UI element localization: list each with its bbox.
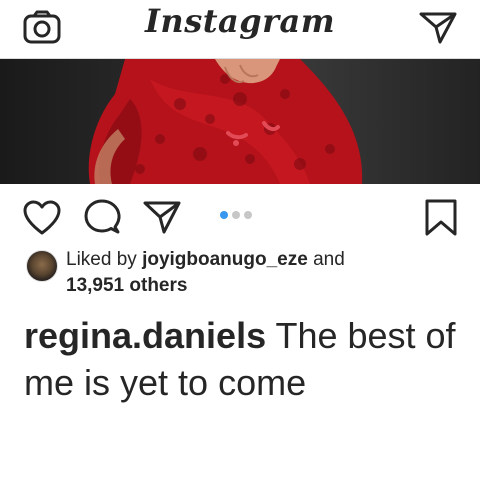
- caption-username[interactable]: regina.daniels: [24, 315, 266, 356]
- liker-username[interactable]: joyigboanugo_eze: [142, 249, 308, 270]
- comment-icon[interactable]: [82, 198, 122, 238]
- direct-message-icon[interactable]: [418, 9, 458, 45]
- top-bar: Instagram: [0, 0, 480, 59]
- liked-by-text: Liked by joyigboanugo_eze and: [66, 249, 345, 271]
- liked-by-prefix: Liked by: [66, 249, 137, 270]
- likes-others[interactable]: 13,951 others: [66, 275, 187, 297]
- liked-by-and: and: [313, 249, 345, 270]
- app-logo: Instagram: [144, 2, 336, 40]
- post-caption: regina.daniels The best of me is yet to …: [24, 312, 464, 406]
- carousel-indicator: [220, 206, 256, 219]
- likes-section: Liked by joyigboanugo_eze and 13,951 oth…: [26, 248, 466, 298]
- carousel-dot: [244, 211, 252, 219]
- liker-avatar[interactable]: [26, 250, 58, 282]
- post-actions: [0, 190, 480, 244]
- photo-image: [88, 59, 363, 184]
- carousel-dot: [232, 211, 240, 219]
- bookmark-icon[interactable]: [421, 198, 461, 238]
- share-icon[interactable]: [142, 198, 182, 238]
- carousel-dot: [220, 211, 228, 219]
- heart-icon[interactable]: [22, 198, 62, 238]
- post-photo[interactable]: [0, 59, 480, 184]
